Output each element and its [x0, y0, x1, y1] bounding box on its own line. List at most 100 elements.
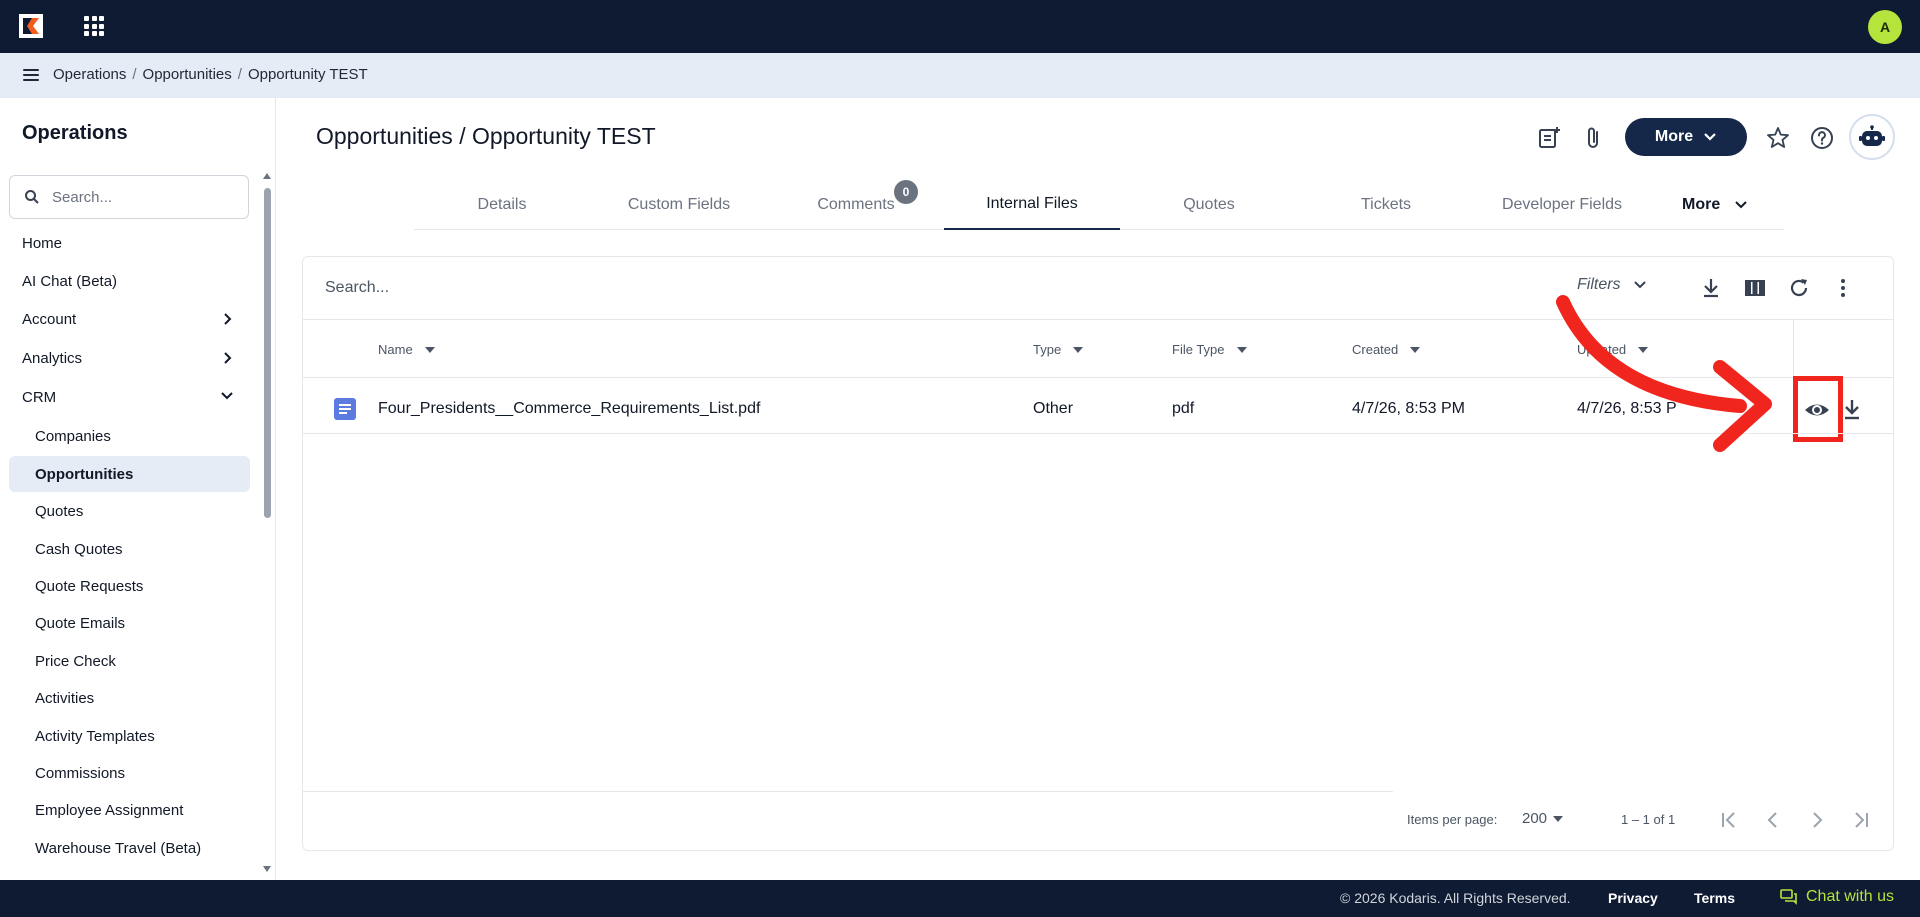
pager-range: 1 – 1 of 1: [1621, 812, 1676, 827]
tab-details[interactable]: Details: [414, 180, 590, 230]
sidebar-item-label: Home: [22, 234, 63, 252]
sidebar-item-activities[interactable]: Activities: [35, 683, 94, 713]
header-row-divider: [303, 377, 1893, 378]
sidebar-item-warehouse-travel[interactable]: Warehouse Travel (Beta): [35, 833, 201, 863]
chevron-right-icon: [224, 352, 232, 364]
chevron-down-icon: [1735, 201, 1747, 209]
next-page-icon[interactable]: [1805, 808, 1829, 832]
chevron-down-icon: [221, 392, 233, 400]
sort-caret-icon: [1236, 346, 1247, 353]
chat-icon: [1780, 889, 1797, 905]
sidebar-item-label: Account: [22, 310, 77, 328]
column-header-label: File Type: [1172, 342, 1225, 357]
tab-quotes[interactable]: Quotes: [1121, 180, 1297, 230]
sidebar-item-quotes[interactable]: Quotes: [35, 496, 83, 526]
add-note-icon[interactable]: [1535, 124, 1563, 152]
more-vert-icon[interactable]: [1830, 275, 1856, 301]
column-header-file-type[interactable]: File Type: [1172, 342, 1247, 357]
breadcrumb-opportunities[interactable]: Opportunities: [143, 66, 232, 83]
sidebar-item-ai-chat[interactable]: AI Chat (Beta): [22, 266, 242, 296]
scroll-down-arrow[interactable]: [263, 866, 271, 872]
column-header-created[interactable]: Created: [1352, 342, 1421, 357]
tab-custom-fields[interactable]: Custom Fields: [591, 180, 767, 230]
sidebar-item-crm[interactable]: CRM: [22, 382, 242, 412]
sidebar-scrollbar[interactable]: [264, 188, 271, 518]
more-button[interactable]: More: [1625, 118, 1747, 156]
sidebar-item-home[interactable]: Home: [22, 228, 242, 258]
export-download-icon[interactable]: [1698, 275, 1724, 301]
tab-bar: Details Custom Fields Comments 0 Interna…: [414, 180, 1784, 230]
sidebar: Operations Search... Home AI Chat (Beta)…: [0, 98, 276, 880]
document-icon: [334, 398, 356, 420]
sidebar-item-account[interactable]: Account: [22, 304, 242, 334]
breadcrumb: Operations / Opportunities / Opportunity…: [53, 66, 368, 83]
file-name-cell[interactable]: Four_Presidents__Commerce_Requirements_L…: [378, 400, 760, 418]
star-icon[interactable]: [1764, 124, 1792, 152]
privacy-link[interactable]: Privacy: [1608, 890, 1658, 906]
column-header-name[interactable]: Name: [378, 342, 435, 357]
chat-with-us-button[interactable]: Chat with us: [1780, 888, 1894, 906]
terms-link[interactable]: Terms: [1694, 890, 1735, 906]
sidebar-search-input[interactable]: Search...: [9, 175, 249, 219]
sidebar-item-commissions[interactable]: Commissions: [35, 758, 125, 788]
apps-grid-icon[interactable]: [84, 16, 104, 36]
robot-icon: [1859, 125, 1885, 146]
sidebar-item-cash-quotes[interactable]: Cash Quotes: [35, 534, 123, 564]
file-created-cell: 4/7/26, 8:53 PM: [1352, 400, 1465, 417]
column-header-label: Name: [378, 342, 413, 357]
sidebar-search-placeholder: Search...: [52, 188, 113, 206]
first-page-icon[interactable]: [1717, 808, 1741, 832]
kodaris-logo-icon[interactable]: [19, 14, 43, 38]
top-bar: A: [0, 0, 1920, 53]
ai-assistant-button[interactable]: [1849, 114, 1895, 160]
tab-more-label: More: [1682, 196, 1721, 213]
actions-column-divider: [1793, 319, 1794, 377]
sidebar-item-activity-templates[interactable]: Activity Templates: [35, 721, 155, 751]
sidebar-item-employee-assignment[interactable]: Employee Assignment: [35, 795, 183, 825]
last-page-icon[interactable]: [1849, 808, 1873, 832]
column-header-updated[interactable]: Updated: [1577, 342, 1649, 357]
help-icon[interactable]: [1808, 124, 1836, 152]
tab-comments[interactable]: Comments: [768, 180, 944, 230]
items-per-page-value: 200: [1522, 810, 1548, 827]
sidebar-item-quote-emails[interactable]: Quote Emails: [35, 608, 125, 638]
tab-developer-fields[interactable]: Developer Fields: [1474, 180, 1650, 230]
filters-dropdown[interactable]: Filters: [1577, 276, 1647, 294]
avatar[interactable]: A: [1868, 10, 1902, 44]
sort-caret-icon: [1638, 346, 1649, 353]
sidebar-item-analytics[interactable]: Analytics: [22, 343, 242, 373]
chevron-down-icon: [1633, 281, 1646, 289]
refresh-icon[interactable]: [1786, 275, 1812, 301]
menu-icon[interactable]: [23, 69, 39, 81]
tab-internal-files[interactable]: Internal Files: [944, 180, 1120, 230]
download-icon[interactable]: [1839, 396, 1867, 424]
scroll-up-arrow[interactable]: [263, 173, 271, 179]
sidebar-item-opportunities[interactable]: Opportunities: [35, 459, 133, 489]
previous-page-icon[interactable]: [1761, 808, 1785, 832]
columns-icon[interactable]: [1742, 275, 1768, 301]
column-header-label: Type: [1033, 342, 1062, 357]
column-header-type[interactable]: Type: [1033, 342, 1084, 357]
chat-label: Chat with us: [1806, 888, 1895, 905]
breadcrumb-operations[interactable]: Operations: [53, 66, 126, 83]
toolbar-divider: [303, 319, 1893, 320]
column-header-label: Updated: [1577, 342, 1627, 357]
file-updated-cell: 4/7/26, 8:53 PM: [1577, 400, 1677, 417]
tab-tickets[interactable]: Tickets: [1298, 180, 1474, 230]
files-search-input[interactable]: Search...: [325, 279, 1325, 303]
sidebar-item-price-check[interactable]: Price Check: [35, 646, 116, 676]
paperclip-icon[interactable]: [1580, 124, 1608, 152]
internal-files-card: Search... Filters Name Type File Type Cr…: [302, 256, 1894, 851]
sort-caret-icon: [1073, 346, 1084, 353]
sidebar-item-companies[interactable]: Companies: [35, 421, 111, 451]
row-divider: [303, 433, 1893, 434]
sidebar-item-quote-requests[interactable]: Quote Requests: [35, 571, 143, 601]
items-per-page-select[interactable]: 200: [1522, 810, 1564, 827]
sidebar-item-label: CRM: [22, 388, 57, 406]
copyright-text: © 2026 Kodaris. All Rights Reserved.: [1340, 890, 1571, 906]
more-button-label: More: [1654, 128, 1694, 145]
tab-more[interactable]: More: [1682, 180, 1748, 230]
file-type-cell: Other: [1033, 400, 1074, 417]
chevron-down-icon: [1704, 133, 1716, 141]
column-header-label: Created: [1352, 342, 1399, 357]
